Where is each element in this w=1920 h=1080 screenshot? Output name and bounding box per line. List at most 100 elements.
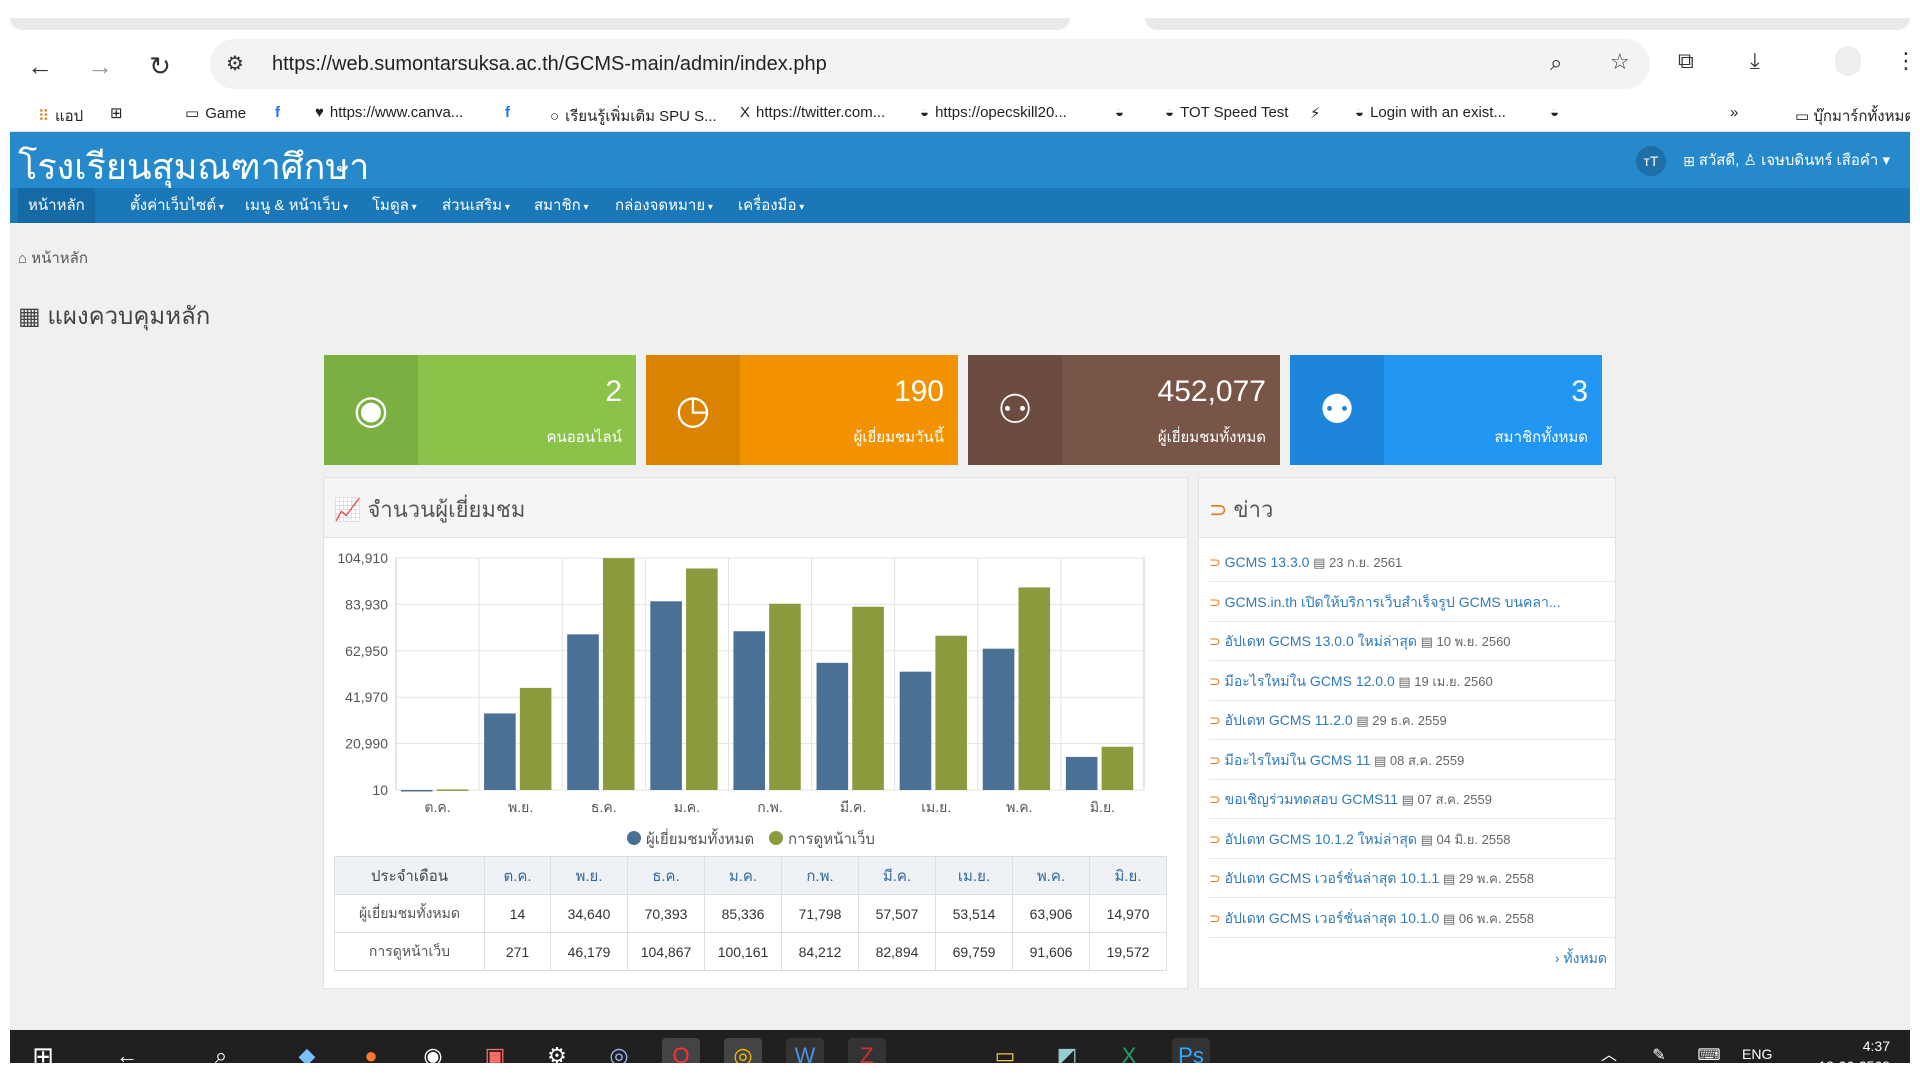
news-item[interactable]: ⊃ อัปเดท GCMS 11.2.0 ▤ 29 ธ.ค. 2559 — [1209, 701, 1619, 740]
filezilla-icon[interactable]: Z — [848, 1038, 886, 1063]
news-title[interactable]: อัปเดท GCMS เวอร์ชั่นล่าสุด 10.1.1 — [1225, 870, 1440, 886]
news-item[interactable]: ⊃ GCMS 13.3.0 ▤ 23 ก.ย. 2561 — [1209, 543, 1619, 582]
bookmark-item[interactable]: ◒ — [1115, 104, 1130, 121]
news-title[interactable]: มีอะไรใหม่ใน GCMS 12.0.0 — [1225, 673, 1395, 689]
bookmark-star-icon[interactable]: ☆ — [1610, 49, 1630, 75]
nav-item[interactable]: กล่องจดหมาย ▾ — [605, 188, 723, 223]
news-item[interactable]: ⊃ ขอเชิญร่วมทดสอบ GCMS11 ▤ 07 ส.ค. 2559 — [1209, 780, 1619, 819]
profile-avatar[interactable] — [1835, 46, 1861, 76]
bookmark-item[interactable]: ◒ https://opecskill20... — [920, 104, 1067, 121]
news-title[interactable]: อัปเดท GCMS เวอร์ชั่นล่าสุด 10.1.0 — [1225, 910, 1440, 926]
bookmark-item[interactable]: ♥ https://www.canva... — [315, 104, 463, 121]
news-title[interactable]: GCMS.in.th เปิดให้บริการเว็บสำเร็จรูป GC… — [1225, 594, 1561, 610]
file-explorer-icon[interactable]: ▭ — [986, 1038, 1024, 1063]
bookmark-item[interactable]: ◒ Login with an exist... — [1355, 104, 1506, 121]
news-item[interactable]: ⊃ อัปเดท GCMS 10.1.2 ใหม่ล่าสุด ▤ 04 มิ.… — [1209, 820, 1619, 859]
search-icon[interactable]: ⌕ — [202, 1038, 240, 1063]
news-title[interactable]: อัปเดท GCMS 10.1.2 ใหม่ล่าสุด — [1225, 831, 1417, 847]
y-tick-label: 62,950 — [345, 643, 388, 659]
all-bookmarks-folder[interactable]: ▭ บุ๊กมาร์กทั้งหมด — [1795, 104, 1910, 128]
breadcrumb-home[interactable]: หน้าหลัก — [31, 250, 88, 267]
news-title[interactable]: อัปเดท GCMS 13.0.0 ใหม่ล่าสุด — [1225, 633, 1417, 649]
news-item[interactable]: ⊃ อัปเดท GCMS เวอร์ชั่นล่าสุด 10.1.1 ▤ 2… — [1209, 859, 1619, 898]
language-indicator[interactable]: ENG — [1742, 1046, 1772, 1062]
bar-visitors — [484, 713, 516, 790]
nav-item-label: หน้าหลัก — [28, 197, 85, 214]
stat-card[interactable]: ◉ 2 คนออนไลน์ — [324, 355, 636, 465]
news-title[interactable]: ขอเชิญร่วมทดสอบ GCMS11 — [1225, 791, 1398, 807]
tray-chevron-icon[interactable]: ︿ — [1590, 1038, 1628, 1063]
news-item[interactable]: ⊃ มีอะไรใหม่ใน GCMS 12.0.0 ▤ 19 เม.ย. 25… — [1209, 662, 1619, 701]
chat-app-icon[interactable]: ◉ — [414, 1038, 452, 1063]
back-arrow-icon[interactable]: ← — [108, 1038, 146, 1063]
download-icon[interactable]: ⤓ — [1750, 48, 1760, 74]
menu-icon[interactable]: ⋮ — [1895, 48, 1910, 74]
notes-app-icon[interactable]: ◩ — [1048, 1038, 1086, 1063]
nav-item[interactable]: สมาชิก ▾ — [524, 188, 599, 223]
keyboard-icon[interactable]: ⌨ — [1690, 1038, 1728, 1063]
bookmarks-more-button[interactable]: » — [1730, 104, 1738, 121]
bookmark-item[interactable]: ○ เรียนรู้เพิ่มเติม SPU S... — [550, 104, 717, 128]
bookmark-item[interactable]: ⊞ — [110, 104, 129, 122]
bookmark-item[interactable]: Xhttps://twitter.com... — [740, 104, 885, 121]
nav-item[interactable]: เมนู & หน้าเว็บ ▾ — [235, 188, 358, 223]
nav-item[interactable]: หน้าหลัก — [18, 188, 95, 223]
settings-gear-icon[interactable]: ⚙ — [538, 1038, 576, 1063]
nav-item[interactable]: โมดูล ▾ — [362, 188, 427, 223]
calendar-app-icon[interactable]: ▣ — [476, 1038, 514, 1063]
news-title[interactable]: มีอะไรใหม่ใน GCMS 11 — [1225, 752, 1371, 768]
opera-icon[interactable]: O — [662, 1038, 700, 1063]
bar-visitors — [816, 662, 849, 790]
bookmark-item[interactable]: ◒ — [1550, 104, 1565, 121]
y-tick-label: 41,970 — [345, 689, 388, 705]
news-date: 04 มิ.ย. 2558 — [1436, 831, 1511, 847]
site-settings-icon[interactable]: ⚙ — [226, 51, 244, 76]
tab[interactable] — [1145, 18, 1910, 30]
breadcrumb[interactable]: ⌂ หน้าหลัก — [18, 246, 88, 270]
site-title[interactable]: โรงเรียนสุมณฑาศึกษา — [18, 138, 369, 195]
url-text[interactable]: https://web.sumontarsuksa.ac.th/GCMS-mai… — [272, 53, 827, 76]
x-tick-label: มี.ค. — [840, 799, 866, 815]
firefox-icon[interactable]: ● — [352, 1038, 390, 1063]
reload-icon[interactable]: ↻ — [142, 48, 178, 84]
bookmark-item[interactable]: ▭ Game — [185, 104, 246, 122]
news-title[interactable]: อัปเดท GCMS 11.2.0 — [1225, 712, 1353, 728]
photoshop-icon[interactable]: Ps — [1172, 1038, 1210, 1063]
tab[interactable] — [10, 18, 1070, 30]
bookmark-item[interactable]: ⚡ — [1310, 104, 1327, 122]
news-title[interactable]: GCMS 13.3.0 — [1225, 554, 1310, 570]
messenger-icon[interactable]: ◎ — [600, 1038, 638, 1063]
bookmark-item[interactable]: ⠿ แอป — [38, 104, 83, 128]
bookmark-item[interactable]: f — [505, 104, 516, 121]
browser-window: ← → ↻ ⚙ https://web.sumontarsuksa.ac.th/… — [10, 18, 1910, 1063]
stat-card[interactable]: ◷ 190 ผู้เยี่ยมชมวันนี้ — [646, 355, 958, 465]
pen-icon[interactable]: ✎ — [1640, 1038, 1678, 1063]
extensions-icon[interactable]: ⧉ — [1678, 48, 1694, 74]
back-icon[interactable]: ← — [22, 48, 58, 84]
font-size-button[interactable]: ᴛT — [1636, 146, 1666, 176]
stat-card[interactable]: ⚇ 452,077 ผู้เยี่ยมชมทั้งหมด — [968, 355, 1280, 465]
chrome-icon[interactable]: ◎ — [724, 1038, 762, 1063]
address-bar[interactable]: ⚙ https://web.sumontarsuksa.ac.th/GCMS-m… — [210, 39, 1650, 89]
bookmark-item[interactable]: ◒ TOT Speed Test — [1165, 104, 1288, 121]
excel-icon[interactable]: X — [1110, 1038, 1148, 1063]
nav-item-label: สมาชิก — [534, 197, 581, 214]
nav-item[interactable]: เครื่องมือ ▾ — [728, 188, 814, 223]
news-item[interactable]: ⊃ อัปเดท GCMS เวอร์ชั่นล่าสุด 10.1.0 ▤ 0… — [1209, 899, 1619, 938]
nav-item[interactable]: ส่วนเสริม ▾ — [432, 188, 520, 223]
zoom-icon[interactable]: ⌕ — [1550, 50, 1562, 76]
news-item[interactable]: ⊃ มีอะไรใหม่ใน GCMS 11 ▤ 08 ส.ค. 2559 — [1209, 741, 1619, 780]
word-icon[interactable]: W — [786, 1038, 824, 1063]
bookmark-item[interactable]: f — [275, 104, 286, 121]
news-item[interactable]: ⊃ อัปเดท GCMS 13.0.0 ใหม่ล่าสุด ▤ 10 พ.ย… — [1209, 622, 1619, 661]
forward-icon[interactable]: → — [82, 48, 118, 84]
news-item[interactable]: ⊃ GCMS.in.th เปิดให้บริการเว็บสำเร็จรูป … — [1209, 583, 1619, 622]
user-menu[interactable]: สวัสดี, ♙ เจษบดินทร์ เสือคำ ▾ — [1699, 148, 1890, 172]
news-date: 29 ธ.ค. 2559 — [1372, 713, 1447, 728]
news-more-link[interactable]: › ทั้งหมด — [1555, 948, 1607, 970]
windows-start-icon[interactable]: ⊞ — [24, 1038, 62, 1063]
clock[interactable]: 4:37 12-06-2568 — [1818, 1036, 1890, 1063]
stat-card[interactable]: ⚉ 3 สมาชิกทั้งหมด — [1290, 355, 1602, 465]
copilot-icon[interactable]: ◆ — [288, 1038, 326, 1063]
nav-item[interactable]: ตั้งค่าเว็บไซต์ ▾ — [120, 188, 234, 223]
